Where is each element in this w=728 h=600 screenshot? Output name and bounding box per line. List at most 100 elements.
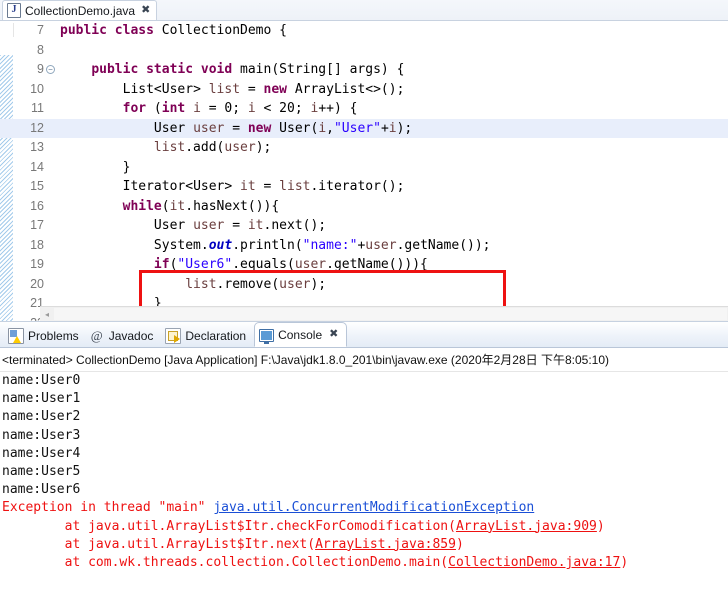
console-text: name:User3 [2,427,81,443]
view-tab-problems[interactable]: Problems [4,324,87,347]
view-tab-label: Console [278,327,323,342]
code-line[interactable]: 11 for (int i = 0; i < 20; i++) { [0,99,728,119]
view-tab-javadoc[interactable]: Javadoc [87,324,162,347]
javadoc-icon [91,328,105,344]
code-text: System.out.println("name:"+user.getName(… [153,237,491,253]
code-text: } [122,159,131,175]
stacktrace-link[interactable]: CollectionDemo.java:17 [448,555,620,570]
line-number: 16 [30,198,44,213]
console-text: name:User4 [2,445,81,461]
code-text: for (int i = 0; i < 20; i++) { [122,101,358,116]
console-text: name:User1 [2,391,81,407]
line-number: 20 [30,276,44,291]
line-number: 11 [31,101,44,115]
view-tab-label: Declaration [185,328,247,343]
console-output-line: name:User3 [2,427,728,445]
line-number: 15 [30,179,44,193]
stacktrace-link[interactable]: ArrayList.java:859 [315,537,456,552]
console-text: name:User5 [2,464,81,480]
view-tab-declaration[interactable]: Declaration [161,324,254,347]
console-output-line: at java.util.ArrayList$Itr.checkForComod… [2,518,728,536]
console-terminated-line: <terminated> CollectionDemo [Java Applic… [0,348,728,372]
console-output-line: at java.util.ArrayList$Itr.next(ArrayLis… [2,536,728,554]
line-number: 19 [30,257,44,271]
code-text: public class CollectionDemo { [60,23,287,38]
console-output-line: name:User4 [2,445,728,463]
console-output-line: name:User0 [2,372,728,390]
code-line[interactable]: 7 public class CollectionDemo { [0,21,728,41]
code-text: Iterator<User> it = list.iterator(); [122,179,405,194]
editor-tab-label: CollectionDemo.java [25,3,136,18]
editor-tab-strip: CollectionDemo.java ✖ [0,0,728,21]
code-text: User user = new User(i,"User"+i); [153,120,413,136]
stacktrace-link[interactable]: ArrayList.java:909 [456,519,597,534]
console-text: name:User2 [2,409,81,425]
code-text: list.add(user); [153,140,272,155]
console-output[interactable]: name:User0 name:User1 name:User2 name:User3… [0,372,728,570]
code-line[interactable]: 10 List<User> list = new ArrayList<>(); [0,80,728,100]
stacktrace-link[interactable]: java.util.ConcurrentModificationExceptio… [213,500,534,515]
console-text: name:User6 [2,482,81,498]
console-output-line: name:User2 [2,408,728,426]
close-icon[interactable]: ✖ [329,329,338,340]
editor-horizontal-scrollbar[interactable]: ◂ [40,306,728,321]
line-number: 17 [30,218,44,232]
console-text: ) [596,518,605,534]
console-output-line: name:User1 [2,390,728,408]
code-text: list.remove(user); [185,276,327,292]
console-text: name:User0 [2,373,81,388]
code-line[interactable]: 19 if("User6".equals(user.getName())){ [0,255,728,275]
code-text: User user = it.next(); [153,218,327,233]
problems-icon [8,327,24,344]
console-output-line: name:User6 [2,481,728,499]
code-line[interactable]: 8 [0,41,728,61]
line-number: 13 [30,140,44,154]
console-view[interactable]: <terminated> CollectionDemo [Java Applic… [0,348,728,570]
console-text: ) [455,536,464,552]
java-file-icon [7,3,21,18]
code-editor[interactable]: 7 public class CollectionDemo { 8 9− public… [0,21,728,321]
editor-tab-collectiondemo[interactable]: CollectionDemo.java ✖ [2,0,158,20]
code-line[interactable]: 14 } [0,158,728,178]
code-text: if("User6".equals(user.getName())){ [153,257,428,272]
code-line[interactable]: 12 User user = new User(i,"User"+i); [0,118,728,138]
scroll-left-arrow-icon[interactable]: ◂ [40,308,54,321]
code-line[interactable]: 17 User user = it.next(); [0,216,728,236]
view-tab-label: Javadoc [108,328,154,343]
code-line-list[interactable]: 7 public class CollectionDemo { 8 9− public… [0,21,728,321]
code-line[interactable]: 9− public static void main(String[] args… [0,60,728,80]
line-number: 12 [30,120,44,135]
line-number: 21 [30,296,44,310]
scroll-thumb[interactable] [54,308,727,320]
code-line[interactable]: 16 while(it.hasNext()){ [0,197,728,217]
line-number: 14 [30,159,44,174]
console-text: ) [620,555,629,570]
view-tab-console[interactable]: Console ✖ [254,322,348,347]
code-text: List<User> list = new ArrayList<>(); [122,81,405,97]
console-output-line: Exception in thread "main" java.util.Con… [2,499,728,517]
line-number: 7 [37,23,44,37]
code-text: while(it.hasNext()){ [122,198,280,214]
fold-collapse-icon[interactable]: − [46,65,55,74]
code-line[interactable]: 18 System.out.println("name:"+user.getNa… [0,236,728,256]
console-text: at java.util.ArrayList$Itr.next( [2,536,316,552]
code-line[interactable]: 15 Iterator<User> it = list.iterator(); [0,177,728,197]
line-number: 18 [30,237,44,252]
bottom-view-tabbar[interactable]: Problems Javadoc Declaration Console ✖ [0,321,728,348]
line-number: 22 [0,314,44,322]
code-line[interactable]: 20 list.remove(user); [0,275,728,295]
code-line[interactable]: 13 list.add(user); [0,138,728,158]
line-number: 8 [37,42,44,57]
console-icon [259,328,275,344]
close-icon[interactable]: ✖ [141,5,150,16]
code-text: public static void main(String[] args) { [91,62,405,77]
line-number: 9 [37,62,44,76]
line-number: 10 [30,81,44,96]
console-output-line: at com.wk.threads.collection.CollectionD… [2,554,728,570]
console-text: Exception in thread "main" [2,500,214,516]
console-output-line: name:User5 [2,463,728,481]
declaration-icon [165,327,182,344]
view-tab-label: Problems [28,328,79,343]
console-text: at com.wk.threads.collection.CollectionD… [2,555,449,570]
console-text: at java.util.ArrayList$Itr.checkForComod… [2,518,456,534]
